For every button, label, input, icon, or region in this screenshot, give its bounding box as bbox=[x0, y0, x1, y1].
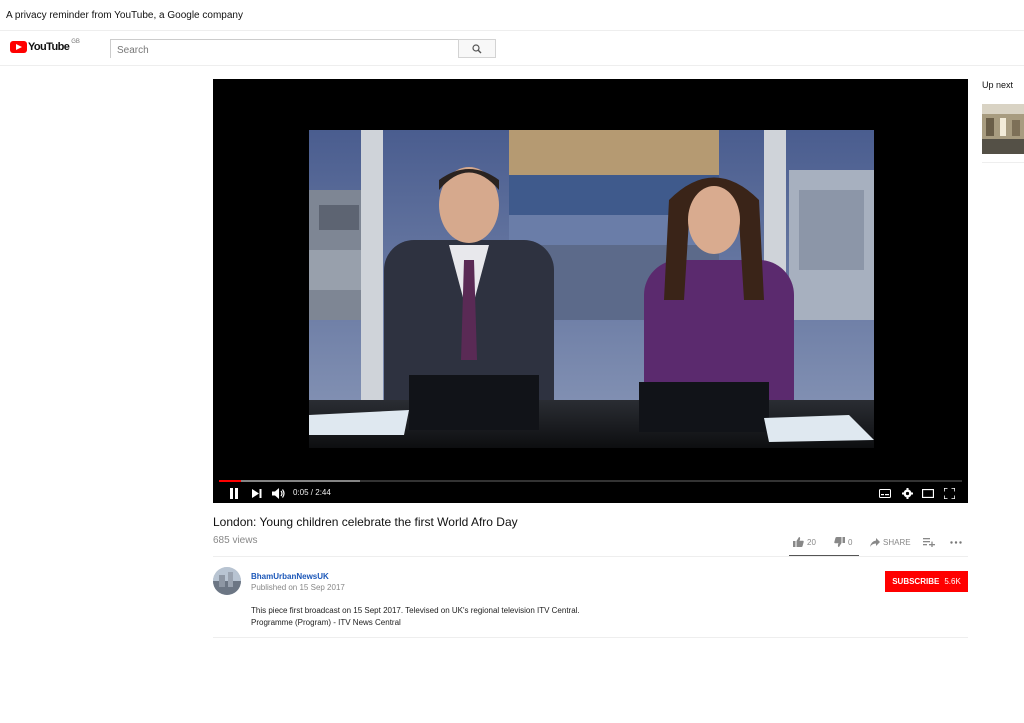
fullscreen-button[interactable] bbox=[942, 486, 956, 500]
youtube-logo[interactable]: YouTube GB bbox=[10, 39, 80, 53]
theater-mode-button[interactable] bbox=[921, 486, 935, 500]
channel-name-link[interactable]: BhamUrbanNewsUK bbox=[251, 572, 329, 581]
thumbs-down-icon bbox=[834, 537, 845, 547]
captions-icon bbox=[879, 488, 891, 498]
time-display: 0:05 / 2:44 bbox=[293, 488, 331, 497]
pause-icon bbox=[230, 487, 238, 499]
youtube-logo-text: YouTube bbox=[28, 41, 70, 53]
player-controls: 0:05 / 2:44 bbox=[213, 483, 968, 503]
dislike-button[interactable]: 0 bbox=[834, 536, 852, 548]
masthead: YouTube GB bbox=[0, 31, 1024, 66]
more-actions-button[interactable] bbox=[950, 536, 962, 548]
progress-bar[interactable] bbox=[219, 480, 962, 482]
subscriber-count: 5.6K bbox=[944, 577, 961, 586]
search-button[interactable] bbox=[458, 39, 496, 58]
view-count: 685 views bbox=[213, 535, 258, 546]
captions-button[interactable] bbox=[878, 486, 892, 500]
video-frame[interactable] bbox=[309, 130, 874, 448]
subscribe-button[interactable]: SUBSCRIBE 5.6K bbox=[885, 571, 968, 592]
fullscreen-icon bbox=[943, 487, 955, 499]
up-next-divider bbox=[982, 162, 1024, 163]
meta-divider bbox=[213, 556, 968, 557]
up-next-thumbnail-image bbox=[982, 104, 1024, 154]
like-ratio-bar bbox=[789, 555, 859, 556]
progress-played bbox=[219, 480, 242, 482]
share-icon bbox=[870, 537, 880, 547]
like-button[interactable]: 20 bbox=[793, 536, 816, 548]
settings-button[interactable] bbox=[900, 486, 914, 500]
share-label: SHARE bbox=[883, 537, 911, 547]
add-to-playlist-button[interactable] bbox=[923, 536, 935, 548]
theater-icon bbox=[922, 488, 934, 498]
settings-icon bbox=[901, 487, 913, 499]
search-icon bbox=[472, 43, 482, 53]
subscribe-label: SUBSCRIBE bbox=[892, 577, 940, 586]
pause-button[interactable] bbox=[227, 486, 241, 500]
published-date: Published on 15 Sep 2017 bbox=[251, 583, 345, 592]
channel-avatar-image bbox=[213, 567, 241, 595]
search-box bbox=[110, 39, 459, 59]
search-input[interactable] bbox=[111, 42, 458, 59]
description-line-1: This piece first broadcast on 15 Sept 20… bbox=[251, 606, 580, 615]
channel-avatar[interactable] bbox=[213, 567, 241, 595]
dislike-count: 0 bbox=[848, 537, 853, 547]
video-title: London: Young children celebrate the fir… bbox=[213, 515, 518, 529]
description-divider bbox=[213, 637, 968, 638]
volume-button[interactable] bbox=[271, 486, 285, 500]
description-line-2: Programme (Program) - ITV News Central bbox=[251, 618, 401, 627]
video-description: This piece first broadcast on 15 Sept 20… bbox=[251, 605, 580, 629]
next-icon bbox=[252, 488, 262, 498]
up-next-label: Up next bbox=[982, 80, 1014, 90]
privacy-reminder-bar: A privacy reminder from YouTube, a Googl… bbox=[0, 0, 1024, 31]
share-button[interactable]: SHARE bbox=[870, 536, 911, 548]
more-horizontal-icon bbox=[950, 540, 962, 544]
thumbs-up-icon bbox=[793, 537, 804, 547]
volume-icon bbox=[271, 487, 285, 499]
up-next-thumbnail[interactable] bbox=[982, 104, 1024, 154]
add-to-playlist-icon bbox=[923, 537, 935, 547]
privacy-reminder-text: A privacy reminder from YouTube, a Googl… bbox=[6, 10, 243, 21]
news-studio-scene bbox=[309, 130, 874, 448]
video-player[interactable]: 0:05 / 2:44 bbox=[213, 79, 968, 503]
country-code: GB bbox=[71, 39, 80, 45]
like-count: 20 bbox=[807, 537, 816, 547]
next-button[interactable] bbox=[251, 486, 263, 500]
youtube-play-icon bbox=[10, 41, 27, 53]
